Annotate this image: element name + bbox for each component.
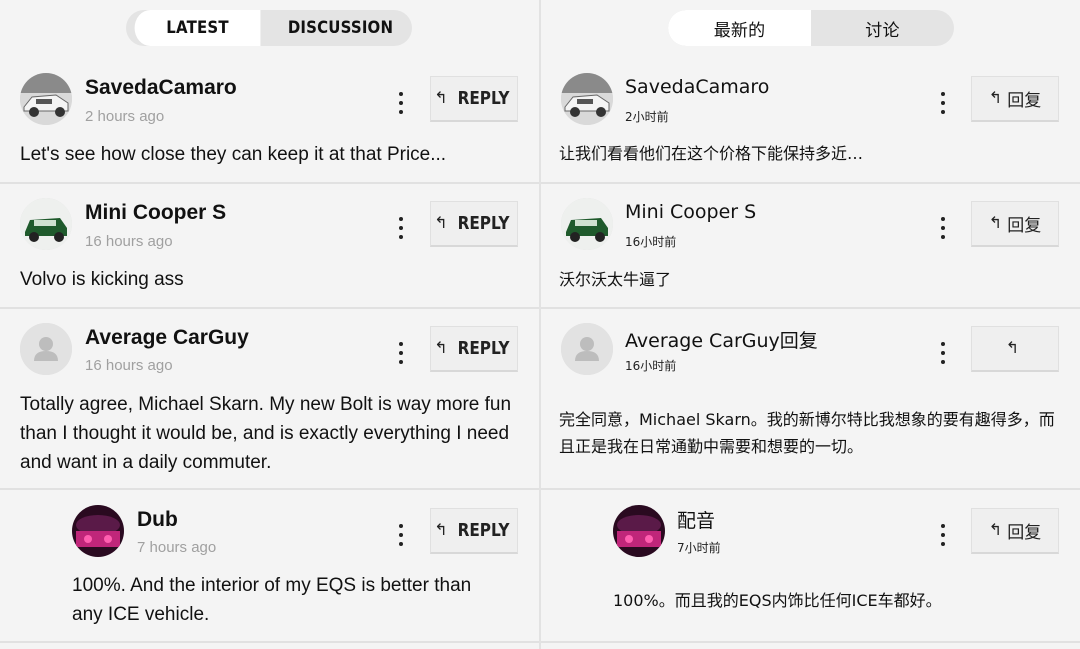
reply-button[interactable]: ↰ REPLY (430, 201, 518, 247)
reply-button[interactable]: ↰ REPLY (430, 326, 518, 372)
more-options-icon[interactable] (937, 217, 949, 239)
comments-panel-english: LATEST DISCUSSION SavedaCamaro 2 hours a… (0, 0, 539, 649)
comment-divider (0, 182, 539, 184)
reply-arrow-icon: ↰ (434, 214, 448, 232)
comment-timestamp: 7小时前 (677, 541, 721, 555)
reply-arrow-icon: ↰ (434, 521, 448, 539)
default-user-silhouette (561, 323, 613, 375)
reply-button[interactable]: ↰ REPLY (430, 76, 518, 122)
default-user-silhouette (20, 323, 72, 375)
comment-text: 完全同意，Michael Skarn。我的新博尔特比我想象的要有趣得多，而且正是… (559, 410, 1055, 456)
more-options-icon[interactable] (395, 217, 407, 239)
more-options-icon[interactable] (395, 92, 407, 114)
comment-divider (0, 641, 539, 643)
comment-divider (0, 488, 539, 490)
comment-text: Totally agree, Michael Skarn. My new Bol… (20, 394, 512, 473)
comment-divider (541, 182, 1080, 184)
reply-arrow-icon: ↰ (988, 521, 1003, 539)
comment-timestamp: 16 hours ago (85, 233, 173, 250)
more-options-icon[interactable] (937, 92, 949, 114)
comment-text: 100%. And the interior of my EQS is bett… (72, 575, 472, 625)
tab-discussion[interactable]: 讨论 (811, 10, 954, 46)
comment-text: 让我们看看他们在这个价格下能保持多近… (559, 144, 864, 163)
sort-tabs: 最新的 讨论 (668, 10, 954, 46)
reply-arrow-icon: ↰ (1005, 339, 1020, 357)
tab-latest[interactable]: 最新的 (668, 10, 811, 46)
tab-discussion[interactable]: DISCUSSION (278, 10, 404, 46)
reply-label: REPLY (457, 88, 510, 109)
comment-timestamp: 2小时前 (625, 110, 669, 124)
reply-label: REPLY (457, 213, 510, 234)
reply-button[interactable]: ↰ (971, 326, 1059, 372)
more-options-icon[interactable] (937, 342, 949, 364)
avatar[interactable] (20, 323, 72, 375)
comment-author[interactable]: Mini Cooper S (85, 201, 226, 225)
comment-author[interactable]: Dub (137, 508, 178, 532)
more-options-icon[interactable] (395, 524, 407, 546)
pink-car-interior-photo (613, 505, 665, 557)
reply-button[interactable]: ↰ 回复 (971, 201, 1059, 247)
comment-timestamp: 16小时前 (625, 235, 677, 249)
avatar[interactable] (72, 505, 124, 557)
comment-text: 100%。而且我的EQS内饰比任何ICE车都好。 (613, 591, 942, 610)
comment-author[interactable]: SavedaCamaro (625, 76, 769, 98)
tab-latest[interactable]: LATEST (134, 10, 261, 46)
comment-timestamp: 16 hours ago (85, 357, 173, 374)
green-mini-cooper-photo (20, 198, 72, 250)
comment-divider (0, 307, 539, 309)
avatar[interactable] (20, 73, 72, 125)
avatar[interactable] (561, 323, 613, 375)
comment-text: Let's see how close they can keep it at … (20, 144, 447, 165)
reply-button[interactable]: ↰ REPLY (430, 508, 518, 554)
comment-author[interactable]: Average CarGuy回复 (625, 326, 818, 353)
comment-timestamp: 7 hours ago (137, 539, 217, 556)
camaro-car-photo (20, 73, 72, 125)
more-options-icon[interactable] (937, 524, 949, 546)
comment-text: Volvo is kicking ass (20, 269, 184, 290)
more-options-icon[interactable] (395, 342, 407, 364)
comments-panel-chinese: 最新的 讨论 SavedaCamaro 2小时前 ↰ 回复 让我们看看他们在这个… (541, 0, 1080, 649)
camaro-car-photo (561, 73, 613, 125)
sort-tabs: LATEST DISCUSSION (126, 10, 412, 46)
comment-divider (541, 641, 1080, 643)
comment-author[interactable]: Average CarGuy (85, 326, 249, 350)
reply-arrow-icon: ↰ (988, 214, 1003, 232)
avatar[interactable] (20, 198, 72, 250)
reply-arrow-icon: ↰ (988, 89, 1003, 107)
comment-divider (541, 488, 1080, 490)
reply-label: 回复 (1007, 216, 1042, 236)
pink-car-interior-photo (72, 505, 124, 557)
avatar[interactable] (561, 198, 613, 250)
reply-arrow-icon: ↰ (434, 89, 448, 107)
reply-arrow-icon: ↰ (434, 339, 448, 357)
comment-author[interactable]: 配音 (677, 506, 715, 533)
reply-button[interactable]: ↰ 回复 (971, 508, 1059, 554)
reply-label: REPLY (457, 520, 510, 541)
green-mini-cooper-photo (561, 198, 613, 250)
reply-label: 回复 (1007, 523, 1042, 543)
reply-label: 回复 (1007, 91, 1042, 111)
comment-timestamp: 2 hours ago (85, 108, 165, 125)
reply-button[interactable]: ↰ 回复 (971, 76, 1059, 122)
avatar[interactable] (613, 505, 665, 557)
avatar[interactable] (561, 73, 613, 125)
comment-author[interactable]: Mini Cooper S (625, 201, 756, 223)
comment-author[interactable]: SavedaCamaro (85, 76, 237, 100)
comment-timestamp: 16小时前 (625, 359, 677, 373)
comment-text: 沃尔沃太牛逼了 (559, 270, 672, 289)
reply-label: REPLY (457, 338, 510, 359)
comment-divider (541, 307, 1080, 309)
